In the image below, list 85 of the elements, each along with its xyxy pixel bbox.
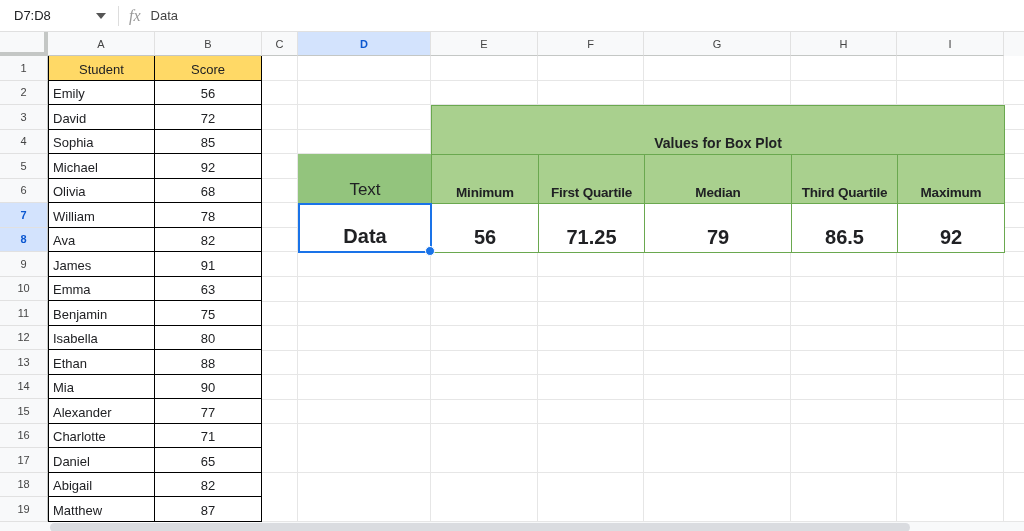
table-cell: 85	[155, 129, 262, 154]
table-cell: 79	[644, 203, 792, 253]
row-header[interactable]: 15	[0, 399, 48, 424]
header-cell: Values for Box Plot	[431, 105, 1005, 155]
row-header[interactable]: 10	[0, 276, 48, 301]
row-header[interactable]: 13	[0, 350, 48, 375]
column-header[interactable]: E	[431, 32, 538, 56]
column-header[interactable]: H	[791, 32, 897, 56]
table-cell: 82	[155, 472, 262, 497]
table-cell: 71.25	[538, 203, 645, 253]
name-box[interactable]: D7:D8	[0, 8, 118, 23]
row-header[interactable]: 9	[0, 252, 48, 277]
table-cell: 92	[897, 203, 1005, 253]
header-cell: Text	[298, 154, 432, 204]
table-cell: 91	[155, 252, 262, 277]
row-header[interactable]: 18	[0, 472, 48, 497]
table-cell: 88	[155, 350, 262, 375]
table-cell: 82	[155, 227, 262, 252]
table-cell: 87	[155, 497, 262, 522]
row-header[interactable]: 12	[0, 325, 48, 350]
table-cell: 72	[155, 105, 262, 130]
table-cell: 56	[431, 203, 539, 253]
table-cell: 80	[155, 325, 262, 350]
table-cell: Olivia	[48, 178, 155, 203]
column-header[interactable]: B	[155, 32, 262, 56]
header-cell: Minimum	[431, 154, 539, 204]
header-cell: Score	[155, 56, 262, 81]
table-cell: Ethan	[48, 350, 155, 375]
table-cell: 63	[155, 276, 262, 301]
table-cell: William	[48, 203, 155, 228]
table-cell: David	[48, 105, 155, 130]
table-cell: 56	[155, 80, 262, 105]
table-cell: 86.5	[791, 203, 898, 253]
table-cell: Emma	[48, 276, 155, 301]
row-header[interactable]: 3	[0, 105, 48, 130]
table-cell: Alexander	[48, 399, 155, 424]
table-cell: Mia	[48, 374, 155, 399]
header-cell: Third Quartile	[791, 154, 898, 204]
row-header[interactable]: 16	[0, 423, 48, 448]
table-cell: 65	[155, 448, 262, 473]
row-header[interactable]: 8	[0, 227, 48, 252]
table-cell: 75	[155, 301, 262, 326]
row-header[interactable]: 5	[0, 154, 48, 179]
row-header[interactable]: 17	[0, 448, 48, 473]
header-cell: Maximum	[897, 154, 1005, 204]
formula-input[interactable]: Data	[150, 8, 178, 23]
function-icon: fx	[129, 6, 141, 25]
table-cell: Ava	[48, 227, 155, 252]
row-header[interactable]: 11	[0, 301, 48, 326]
table-cell: Isabella	[48, 325, 155, 350]
table-cell: 77	[155, 399, 262, 424]
column-header[interactable]: D	[298, 32, 431, 56]
row-header[interactable]: 4	[0, 129, 48, 154]
header-cell: First Quartile	[538, 154, 645, 204]
table-cell: Daniel	[48, 448, 155, 473]
table-cell: 90	[155, 374, 262, 399]
table-cell: James	[48, 252, 155, 277]
table-cell: 92	[155, 154, 262, 179]
table-cell: Abigail	[48, 472, 155, 497]
table-cell: Matthew	[48, 497, 155, 522]
table-cell: Benjamin	[48, 301, 155, 326]
table-cell: Michael	[48, 154, 155, 179]
table-cell: Sophia	[48, 129, 155, 154]
row-header[interactable]: 1	[0, 56, 48, 81]
table-cell: Emily	[48, 80, 155, 105]
scrollbar[interactable]	[50, 522, 910, 531]
row-header[interactable]: 19	[0, 497, 48, 522]
selected-cell[interactable]: Data	[298, 203, 432, 253]
column-header[interactable]: C	[262, 32, 298, 56]
fill-handle[interactable]	[425, 246, 435, 256]
header-cell: Student	[48, 56, 155, 81]
column-header[interactable]: F	[538, 32, 644, 56]
row-header[interactable]: 14	[0, 374, 48, 399]
header-cell: Median	[644, 154, 792, 204]
column-header[interactable]: A	[48, 32, 155, 56]
dropdown-caret-icon[interactable]	[96, 12, 106, 19]
column-header[interactable]: G	[644, 32, 791, 56]
table-cell: 78	[155, 203, 262, 228]
row-header[interactable]: 7	[0, 203, 48, 228]
row-header[interactable]: 2	[0, 80, 48, 105]
table-cell: Charlotte	[48, 423, 155, 448]
table-cell: 68	[155, 178, 262, 203]
row-header[interactable]: 6	[0, 178, 48, 203]
table-cell: 71	[155, 423, 262, 448]
column-header[interactable]: I	[897, 32, 1004, 56]
